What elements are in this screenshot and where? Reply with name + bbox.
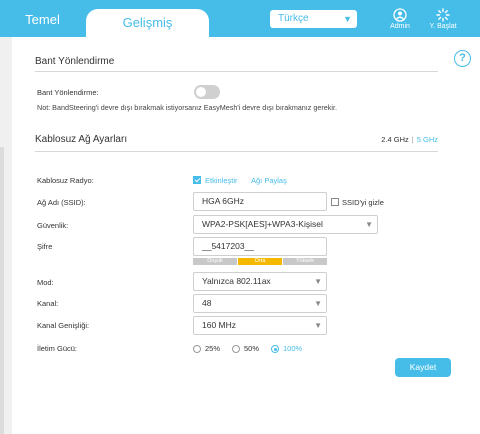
restart-button[interactable]: Y. Başlat: [425, 8, 461, 30]
channel-label: Kanal:: [37, 299, 59, 308]
band-steering-label: Bant Yönlendirme:: [37, 88, 99, 97]
admin-label: Admin: [390, 23, 410, 30]
channel-width-label: Kanal Genişliği:: [37, 321, 90, 330]
power-100-radio[interactable]: [271, 345, 279, 353]
band-selector: 2.4 GHz | 5 GHz: [381, 135, 438, 144]
password-label: Şifre: [37, 242, 53, 251]
sidebar-scroll-track: [0, 147, 4, 434]
strength-high: Yüksek: [283, 258, 327, 265]
hide-ssid-label: SSID'yi gizle: [342, 198, 384, 207]
chevron-down-icon: ▼: [314, 321, 322, 330]
band-24-link[interactable]: 2.4 GHz: [381, 135, 409, 144]
restart-icon: [436, 8, 450, 22]
share-network-link[interactable]: Ağı Paylaş: [251, 176, 287, 185]
toggle-knob: [196, 87, 206, 97]
left-sidebar-strip: [0, 37, 12, 434]
band-5-link[interactable]: 5 GHz: [417, 135, 438, 144]
band-separator: |: [411, 135, 414, 144]
strength-mid: Orta: [238, 258, 282, 265]
mode-value: Yalnızca 802.11ax: [202, 276, 271, 286]
admin-button[interactable]: Admin: [382, 8, 418, 30]
help-icon[interactable]: ?: [454, 50, 471, 67]
top-header: Temel Gelişmiş Türkçe ▼ Admin Y. Başlat: [0, 0, 480, 37]
security-select[interactable]: WPA2-PSK[AES]+WPA3-Kişisel ▼: [193, 215, 378, 234]
channel-value: 48: [202, 298, 212, 308]
chevron-down-icon: ▼: [343, 14, 352, 24]
radio-enable-checkbox[interactable]: [193, 176, 201, 184]
ssid-label: Ağ Adı (SSID):: [37, 198, 86, 207]
band-steering-title: Bant Yönlendirme: [35, 56, 115, 67]
power-50-radio[interactable]: [232, 345, 240, 353]
restart-label: Y. Başlat: [429, 23, 457, 30]
chevron-down-icon: ▼: [365, 220, 373, 229]
channel-width-value: 160 MHz: [202, 320, 237, 330]
save-button[interactable]: Kaydet: [395, 358, 451, 377]
mode-label: Mod:: [37, 278, 54, 287]
tab-advanced[interactable]: Gelişmiş: [86, 9, 209, 37]
language-select[interactable]: Türkçe ▼: [270, 10, 357, 28]
admin-icon: [393, 8, 407, 22]
power-50-label: 50%: [244, 344, 260, 353]
security-value: WPA2-PSK[AES]+WPA3-Kişisel: [202, 219, 323, 229]
band-steering-toggle[interactable]: [194, 85, 220, 99]
power-25-radio[interactable]: [193, 345, 201, 353]
tab-basic[interactable]: Temel: [0, 0, 85, 37]
security-label: Güvenlik:: [37, 221, 69, 230]
band-steering-note: Not: BandSteering'i devre dışı bırakmak …: [37, 103, 337, 112]
channel-width-select[interactable]: 160 MHz ▼: [193, 316, 327, 335]
section-divider: [35, 71, 438, 72]
chevron-down-icon: ▼: [314, 299, 322, 308]
ssid-input[interactable]: HGA 6GHz: [193, 192, 327, 211]
wireless-radio-label: Kablosuz Radyo:: [37, 176, 94, 185]
channel-select[interactable]: 48 ▼: [193, 294, 327, 313]
language-value: Türkçe: [278, 13, 309, 24]
mode-select[interactable]: Yalnızca 802.11ax ▼: [193, 272, 327, 291]
section-divider: [35, 151, 438, 152]
power-100-label: 100%: [283, 344, 303, 353]
hide-ssid-checkbox[interactable]: [331, 198, 339, 206]
strength-low: Düşük: [193, 258, 237, 265]
radio-enable-label[interactable]: Etkinleştir: [205, 176, 238, 185]
transmit-power-label: İletim Gücü:: [37, 344, 78, 353]
chevron-down-icon: ▼: [314, 277, 322, 286]
power-25-label: 25%: [205, 344, 221, 353]
password-input[interactable]: __5417203__: [193, 237, 327, 256]
wireless-settings-title: Kablosuz Ağ Ayarları: [35, 134, 128, 145]
